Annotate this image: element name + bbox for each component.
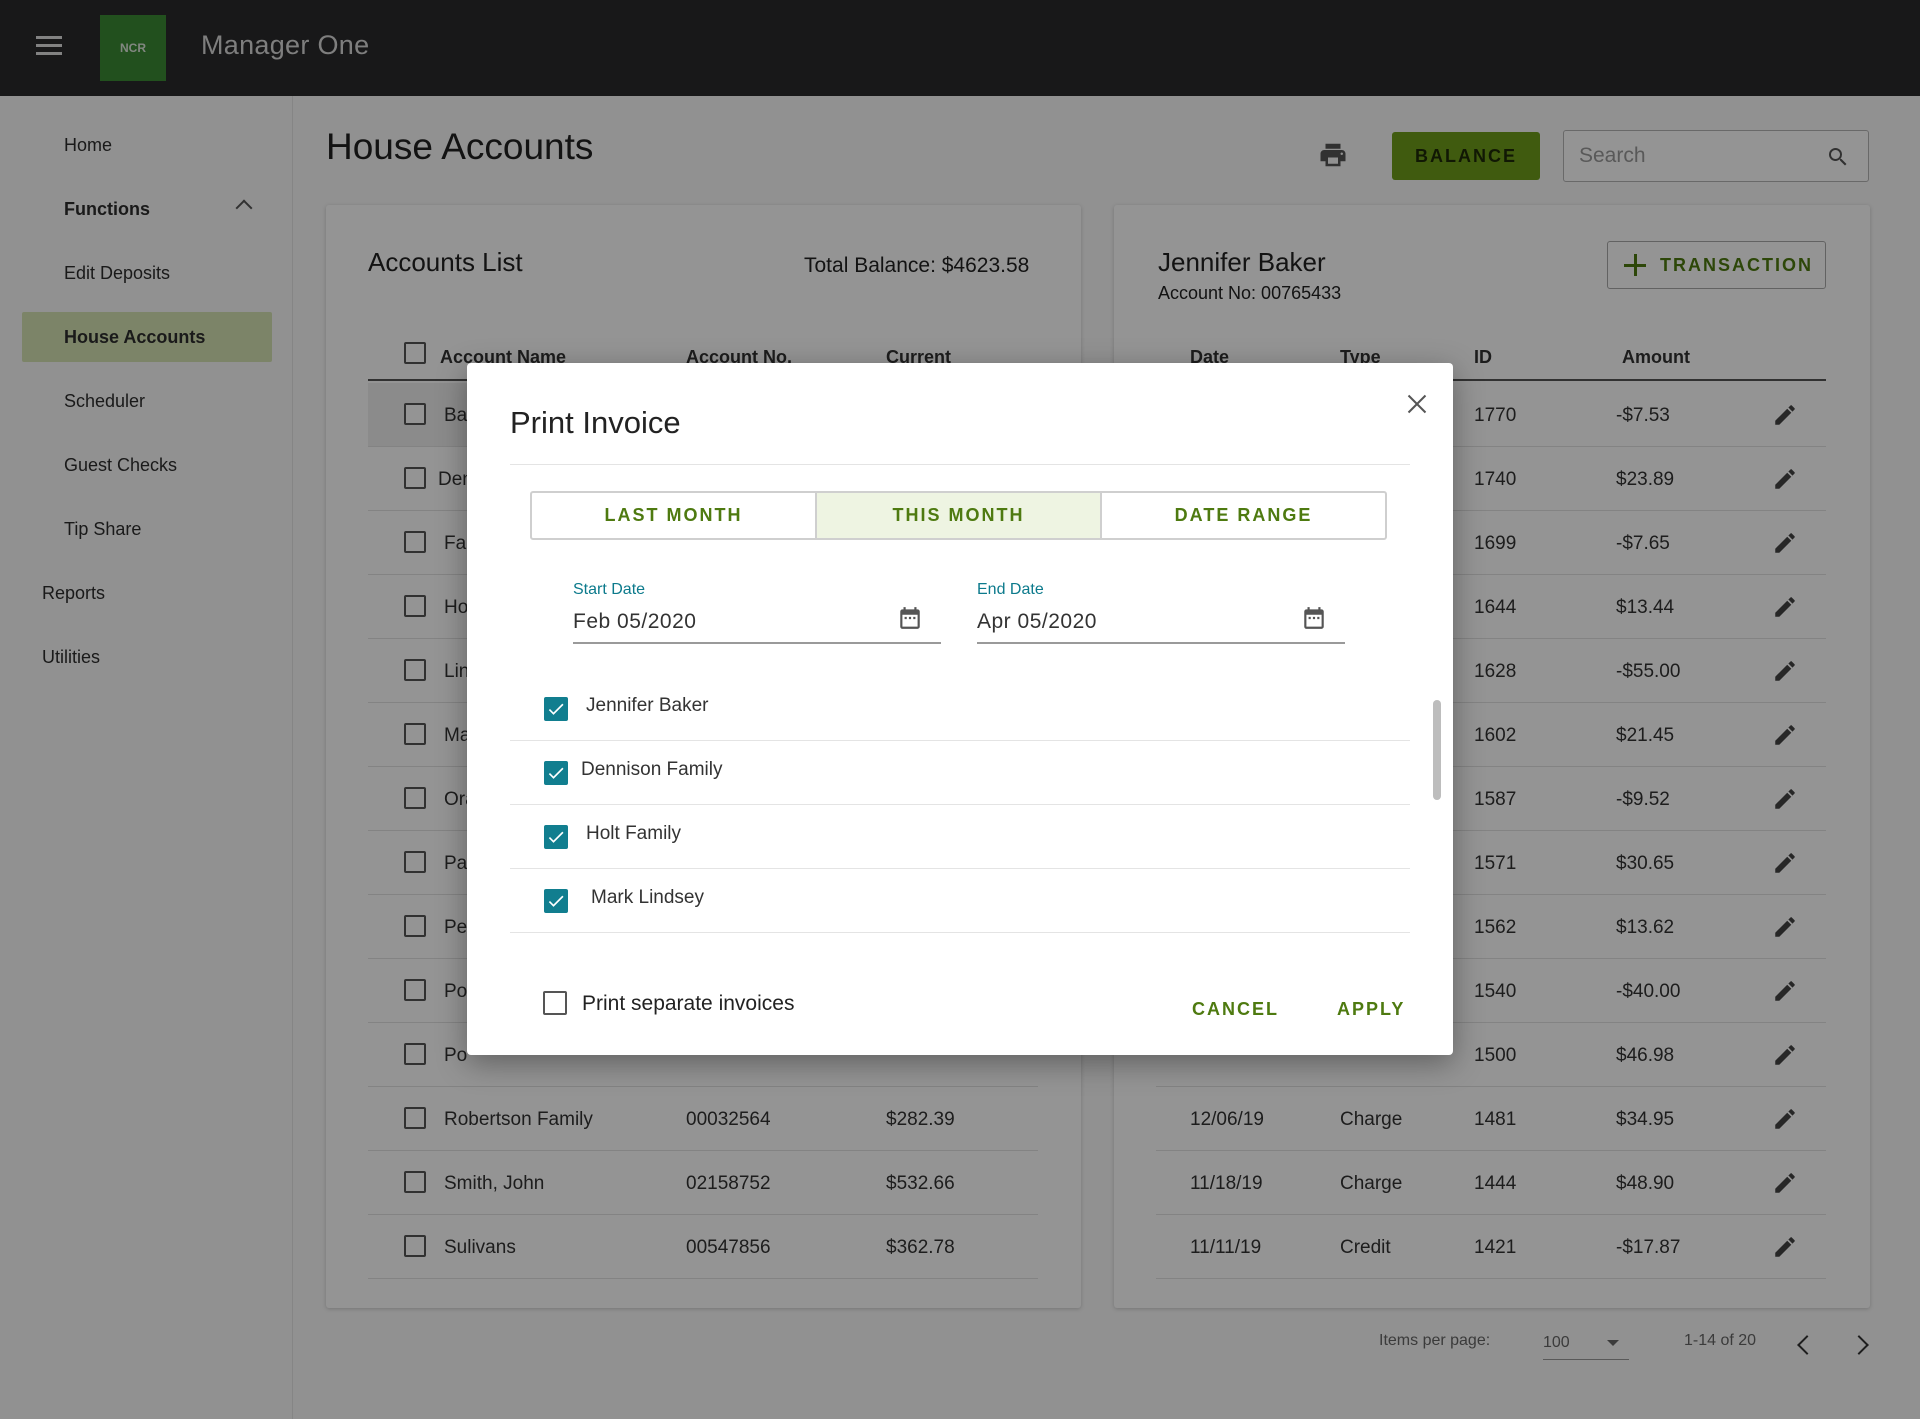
close-icon[interactable] [1402,389,1432,419]
print-separate-checkbox[interactable] [543,991,567,1015]
cancel-button[interactable]: CANCEL [1192,999,1279,1020]
list-item[interactable]: Mark Lindsey [510,869,1410,933]
start-date-value: Feb 05/2020 [573,610,697,633]
list-item[interactable]: Jennifer Baker [510,677,1410,741]
start-date-label: Start Date [573,581,646,598]
tab-last-month[interactable]: LAST MONTH [532,493,817,538]
list-scrollbar[interactable] [1433,700,1441,800]
apply-button[interactable]: APPLY [1337,999,1405,1020]
list-item[interactable]: Holt Family [510,805,1410,869]
dialog-title: Print Invoice [510,405,681,440]
list-item[interactable]: Dennison Family [510,741,1410,805]
account-checkbox[interactable] [544,697,568,721]
account-checkbox[interactable] [544,825,568,849]
account-label: Mark Lindsey [591,887,704,908]
account-label: Holt Family [586,823,682,844]
account-label: Jennifer Baker [586,695,709,716]
end-date-field[interactable]: End Date Apr 05/2020 [977,581,1345,644]
end-date-value: Apr 05/2020 [977,610,1097,633]
account-checkbox[interactable] [544,761,568,785]
tab-this-month[interactable]: THIS MONTH [817,493,1102,538]
account-checkbox[interactable] [544,889,568,913]
period-toggle-group: LAST MONTH THIS MONTH DATE RANGE [530,491,1387,540]
account-label: Dennison Family [581,759,723,780]
start-date-field[interactable]: Start Date Feb 05/2020 [573,581,941,644]
print-invoice-dialog: Print Invoice LAST MONTH THIS MONTH DATE… [467,363,1453,1055]
end-date-label: End Date [977,581,1044,598]
invoice-account-list: Jennifer Baker Dennison Family Holt Fami… [510,677,1410,937]
print-separate-label: Print separate invoices [582,992,795,1015]
calendar-icon[interactable] [897,605,923,631]
calendar-icon[interactable] [1301,605,1327,631]
tab-date-range[interactable]: DATE RANGE [1102,493,1385,538]
dialog-divider [510,464,1410,465]
